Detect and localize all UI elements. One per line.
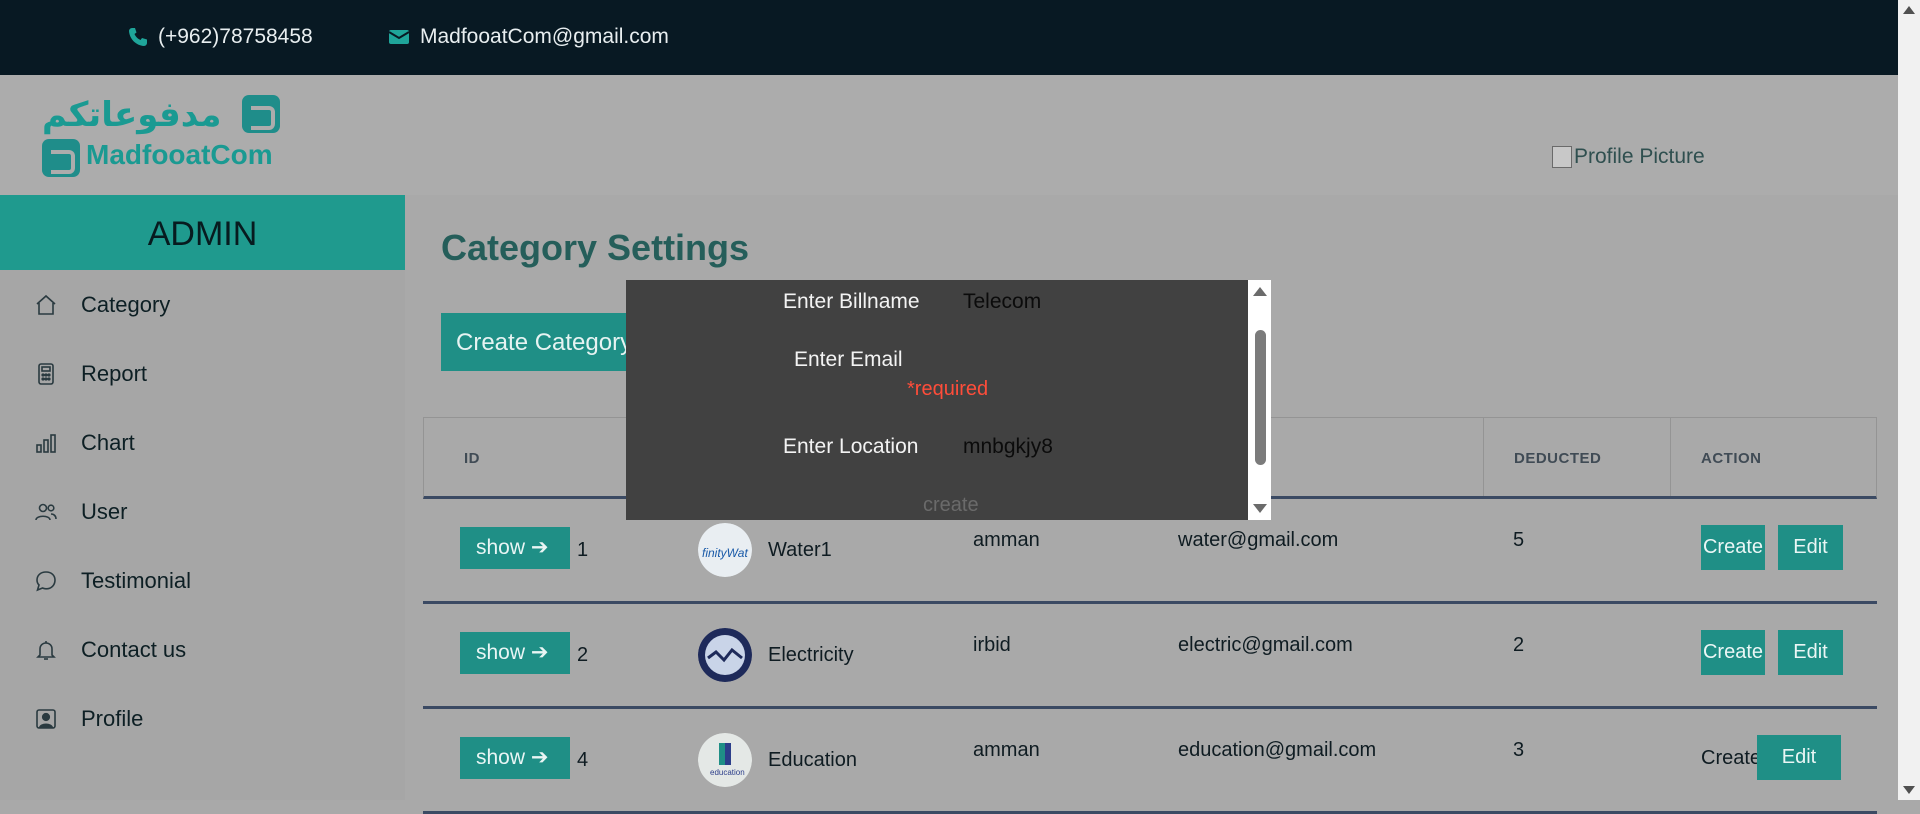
sidebar-item-profile[interactable]: Profile (0, 684, 405, 753)
scroll-up-icon[interactable] (1903, 6, 1915, 14)
scroll-up-icon[interactable] (1253, 287, 1267, 296)
column-header-deducted: DEDUCTED (1514, 450, 1602, 467)
broken-image-icon (1552, 146, 1572, 168)
person-square-icon (36, 708, 56, 729)
sidebar-title: ADMIN (0, 195, 405, 270)
table-row: show ➔ 2 Electricity irbid electric@gmai… (423, 604, 1877, 709)
svg-text:education: education (710, 768, 745, 777)
arrow-right-icon: ➔ (530, 746, 549, 769)
modal-create-button[interactable]: create (923, 494, 979, 517)
create-button[interactable]: Create (1701, 630, 1765, 675)
create-button[interactable]: Create (1701, 525, 1765, 570)
category-location: irbid (973, 634, 1011, 656)
page-title: Category Settings (441, 227, 750, 268)
sidebar-item-user[interactable]: User (0, 477, 405, 546)
scroll-down-icon[interactable] (1903, 786, 1915, 794)
category-deducted: 3 (1513, 739, 1525, 761)
create-link[interactable]: Create (1701, 747, 1761, 770)
chat-icon (36, 570, 56, 591)
billname-input[interactable]: Telecom (963, 290, 1041, 314)
edit-button[interactable]: Edit (1778, 525, 1843, 570)
column-header-id: ID (464, 450, 480, 467)
category-deducted: 5 (1513, 529, 1525, 551)
show-button-label: show (476, 641, 526, 664)
envelope-icon (388, 30, 410, 44)
row-id: 2 (577, 644, 589, 666)
category-email: education@gmail.com (1178, 739, 1377, 761)
category-name: Education (768, 749, 857, 771)
arrow-right-icon: ➔ (530, 536, 549, 559)
page-scrollbar[interactable] (1898, 0, 1920, 800)
category-deducted: 2 (1513, 634, 1525, 656)
show-button[interactable]: show ➔ (460, 737, 570, 779)
bar-chart-icon (36, 433, 56, 453)
row-id: 1 (577, 539, 589, 561)
table-row: show ➔ 4 education Education amman educa… (423, 709, 1877, 814)
sidebar-item-category[interactable]: Category (0, 270, 405, 339)
arrow-right-icon: ➔ (530, 641, 549, 664)
category-email: water@gmail.com (1178, 529, 1339, 551)
sidebar-item-label: Chart (81, 429, 135, 455)
category-email: electric@gmail.com (1178, 634, 1353, 656)
location-label: Enter Location (783, 435, 919, 458)
sidebar: ADMIN Category Report Chart User Testimo… (0, 195, 405, 800)
show-button-label: show (476, 746, 526, 769)
sidebar-item-chart[interactable]: Chart (0, 408, 405, 477)
category-logo (698, 628, 752, 682)
logo-mark (242, 95, 280, 133)
billname-label: Enter Billname (783, 290, 920, 313)
scroll-thumb[interactable] (1255, 330, 1266, 465)
edit-button[interactable]: Edit (1778, 630, 1843, 675)
logo-english-text: MadfooatCom (86, 139, 273, 170)
bell-icon (36, 640, 56, 660)
svg-text:finityWat: finityWat (702, 546, 748, 560)
sidebar-item-label: Contact us (81, 636, 187, 662)
sidebar-item-label: Profile (81, 705, 144, 731)
sidebar-item-label: User (81, 498, 128, 524)
edit-button[interactable]: Edit (1757, 735, 1841, 780)
house-icon (36, 294, 56, 315)
phone-number: (+962)78758458 (158, 25, 313, 48)
email-label: Enter Email (794, 348, 903, 371)
show-button[interactable]: show ➔ (460, 632, 570, 674)
calculator-icon (38, 362, 54, 385)
column-header-action: ACTION (1701, 450, 1762, 467)
sidebar-item-contact-us[interactable]: Contact us (0, 615, 405, 684)
show-button[interactable]: show ➔ (460, 527, 570, 569)
email-contact: MadfooatCom@gmail.com (388, 25, 669, 49)
column-divider (1670, 418, 1671, 496)
logo-arabic-text: مدفوعاتكم (42, 95, 222, 135)
phone-contact: (+962)78758458 (128, 25, 313, 49)
column-divider (1483, 418, 1484, 496)
show-button-label: show (476, 536, 526, 559)
category-location: amman (973, 529, 1040, 551)
sidebar-item-label: Report (81, 360, 148, 386)
logo[interactable]: مدفوعاتكم MadfooatCom (42, 95, 282, 177)
sidebar-menu: Category Report Chart User Testimonial C… (0, 270, 405, 753)
modal-scrollbar[interactable] (1248, 280, 1271, 520)
logo-mark-small (42, 139, 80, 177)
sidebar-item-report[interactable]: Report (0, 339, 405, 408)
sidebar-item-testimonial[interactable]: Testimonial (0, 546, 405, 615)
email-address: MadfooatCom@gmail.com (420, 25, 669, 48)
category-logo: education (698, 733, 752, 787)
profile-picture-alt: Profile Picture (1574, 145, 1705, 168)
phone-icon (129, 28, 147, 46)
email-required-error: *required (907, 378, 989, 400)
location-input[interactable]: mnbgkjy8 (963, 435, 1053, 459)
site-header: مدفوعاتكم MadfooatCom Profile Picture (0, 75, 1898, 195)
category-location: amman (973, 739, 1040, 761)
category-logo: finityWat (698, 523, 752, 577)
people-icon (35, 503, 57, 520)
row-id: 4 (577, 749, 589, 771)
category-name: Electricity (768, 644, 854, 666)
scroll-down-icon[interactable] (1253, 504, 1267, 513)
profile-picture[interactable]: Profile Picture (1552, 145, 1705, 169)
sidebar-item-label: Category (81, 291, 171, 317)
category-name: Water1 (768, 539, 832, 561)
sidebar-item-label: Testimonial (81, 567, 192, 593)
create-category-modal: Enter Billname Telecom Enter Email *requ… (626, 280, 1271, 520)
top-contact-bar: (+962)78758458 MadfooatCom@gmail.com (0, 0, 1898, 75)
